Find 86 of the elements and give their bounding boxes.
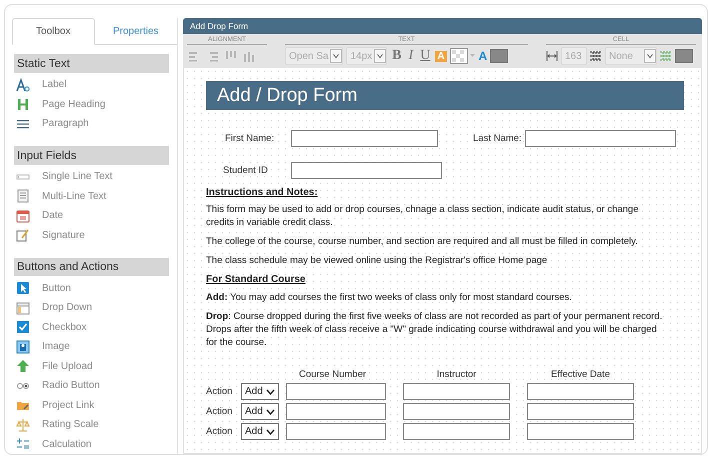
input-field[interactable]: [291, 130, 438, 147]
row-label: Action: [206, 426, 234, 437]
input-field[interactable]: [403, 403, 510, 420]
section-heading: Instructions and Notes:: [206, 187, 319, 198]
color-swatch[interactable]: [490, 49, 508, 63]
chevron-icon: [374, 49, 386, 63]
picture-icon: [16, 340, 30, 354]
column-header: Effective Date: [551, 369, 610, 380]
calculator-icon: [16, 437, 30, 452]
row-label: Action: [206, 386, 234, 397]
bold-button[interactable]: B: [390, 48, 404, 64]
paragraph: The college of the course, course number, and section are required and all must be filled in completely.: [206, 235, 639, 248]
input-field[interactable]: [403, 383, 510, 400]
column-header: Course Number: [298, 369, 366, 380]
underline-button[interactable]: U: [418, 48, 432, 64]
toolbox-item[interactable]: Label: [42, 79, 66, 90]
input-field[interactable]: [527, 383, 634, 400]
letters-icon: [16, 78, 30, 92]
pencil-icon: [16, 228, 30, 242]
h-letter-icon: [16, 97, 30, 112]
font-select[interactable]: Open Sa: [285, 47, 344, 65]
chevron-icon: [266, 388, 275, 394]
chevron-icon: [330, 49, 342, 63]
input-field[interactable]: [527, 423, 634, 440]
toolbox-item[interactable]: Date: [42, 210, 64, 222]
checkbox-icon: [16, 320, 30, 334]
input-field[interactable]: [286, 403, 386, 420]
dropdown-icon: [16, 300, 30, 315]
action-dropdown[interactable]: Add: [241, 403, 279, 420]
grid-icon[interactable]: [660, 51, 672, 61]
border-icon: [590, 51, 602, 61]
width-icon: [546, 50, 558, 62]
calendar-icon: [16, 208, 30, 223]
input-field[interactable]: [527, 403, 634, 420]
editor-title-bar: Add Drop Form: [183, 18, 702, 34]
paragraph: This form may be used to add or drop courses, chnage a class section, indicate audit status, or change credits in variable credit class.: [206, 203, 640, 229]
chevron-icon: [266, 408, 275, 414]
toolbox-item[interactable]: Rating Scale: [42, 419, 99, 430]
toolbox-item[interactable]: Drop Down: [42, 302, 92, 314]
section-header: Static Text: [14, 54, 169, 73]
width-field[interactable]: 163: [561, 47, 587, 65]
input-field[interactable]: [291, 162, 442, 179]
transparent-swatch-icon[interactable]: [450, 48, 476, 64]
chevron-icon: [644, 49, 656, 63]
toolbox-item[interactable]: File Upload: [42, 360, 93, 372]
highlight-button[interactable]: A: [435, 50, 447, 62]
size-select[interactable]: 14px: [346, 47, 388, 65]
paragraph: The class schedule may be viewed online using the Registrar's office Home page: [206, 254, 548, 267]
form-heading: Add / Drop Form: [206, 81, 684, 110]
input-field[interactable]: [286, 383, 386, 400]
toolbox-item[interactable]: Image: [42, 341, 70, 352]
column-header: Instructor: [436, 369, 476, 380]
toolbox-item[interactable]: Signature: [42, 230, 85, 241]
text-area-icon: [16, 189, 30, 204]
section-header: Buttons and Actions: [14, 258, 169, 276]
toolbox-item[interactable]: Project Link: [42, 400, 94, 411]
toolbox-item[interactable]: Calculation: [42, 438, 92, 450]
chevron-icon: [266, 428, 275, 434]
cursor-icon: [16, 281, 30, 296]
toolbox-item[interactable]: Button: [42, 282, 71, 294]
field-label: Last Name:: [472, 133, 523, 144]
text-color-button[interactable]: A: [478, 49, 488, 63]
up-arrow-icon: [16, 359, 30, 374]
color-swatch[interactable]: [675, 49, 693, 63]
toolbox-item[interactable]: Paragraph: [42, 118, 89, 130]
border-select[interactable]: None: [605, 47, 657, 65]
toolbox-item[interactable]: Checkbox: [42, 322, 86, 333]
row-label: Action: [206, 406, 234, 417]
panel-tab[interactable]: Toolbox: [12, 18, 94, 46]
italic-button[interactable]: I: [406, 48, 416, 64]
field-label: Student ID: [222, 165, 269, 176]
input-field[interactable]: [525, 130, 676, 147]
toolbox-item[interactable]: Page Heading: [42, 98, 106, 110]
toolbox-item[interactable]: Single Line Text: [42, 171, 112, 182]
toolbox-item[interactable]: Radio Button: [42, 380, 100, 392]
scale-icon: [16, 418, 30, 432]
input-field[interactable]: [403, 423, 510, 440]
field-label: First Name:: [224, 133, 276, 144]
action-dropdown[interactable]: Add: [241, 423, 279, 440]
section-heading: For Standard Course: [206, 274, 306, 285]
action-dropdown[interactable]: Add: [241, 383, 279, 400]
paragraph: Add: You may add courses the first two weeks of class only for most standard courses.: [206, 291, 573, 304]
input-field[interactable]: [286, 423, 386, 440]
section-header: Input Fields: [14, 146, 169, 165]
toolbox-item[interactable]: Multi-Line Text: [42, 190, 106, 202]
paragraph: Drop: Course dropped during the first five weeks of class are not recorded as part of your permanent record. Drops after the fifth week of class receive a "W" grade indicating course withdrawal and you will be charged for the course.: [206, 310, 664, 349]
